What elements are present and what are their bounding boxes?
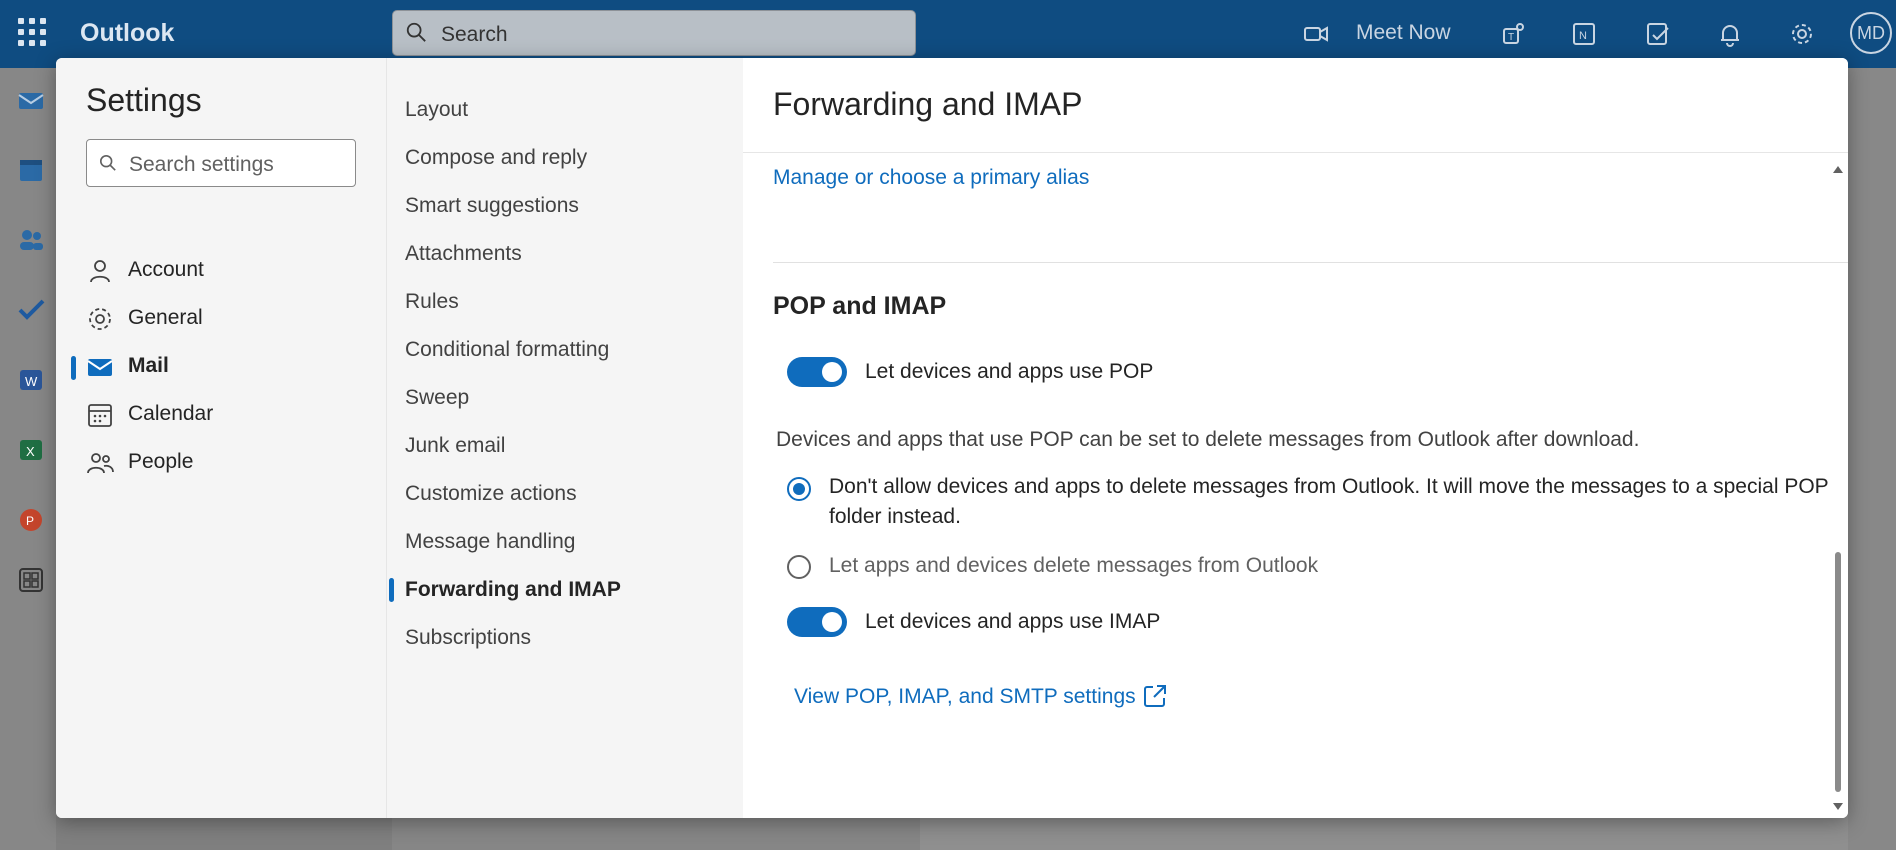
header-divider bbox=[743, 152, 1848, 153]
settings-search-input[interactable]: Search settings bbox=[86, 139, 356, 187]
category-label: People bbox=[128, 450, 194, 473]
scroll-up-icon[interactable] bbox=[1833, 166, 1843, 173]
category-general[interactable]: General bbox=[86, 299, 376, 339]
settings-categories-pane: Settings Search settings Account General… bbox=[56, 58, 386, 818]
word-app-icon[interactable]: W bbox=[16, 365, 46, 395]
meet-now-button[interactable]: Meet Now bbox=[1356, 21, 1451, 45]
calendar-app-icon[interactable] bbox=[16, 155, 46, 185]
search-icon bbox=[406, 22, 426, 42]
gear-icon bbox=[89, 308, 111, 330]
app-rail: W X P bbox=[0, 68, 56, 850]
imap-toggle[interactable] bbox=[787, 607, 847, 637]
svg-text:W: W bbox=[25, 374, 38, 389]
close-icon[interactable] bbox=[1843, 88, 1848, 124]
forwarding-imap-panel: Forwarding and IMAP Manage or choose a p… bbox=[743, 58, 1848, 818]
radio-dont-allow-delete[interactable] bbox=[787, 477, 811, 501]
search-icon bbox=[99, 154, 116, 171]
background-reading-pane bbox=[1848, 68, 1896, 850]
notifications-bell-icon[interactable] bbox=[1716, 20, 1744, 48]
category-mail[interactable]: Mail bbox=[86, 347, 376, 387]
scrollbar-thumb[interactable] bbox=[1835, 552, 1841, 792]
pop-description: Devices and apps that use POP can be set… bbox=[776, 428, 1640, 451]
user-avatar[interactable]: MD bbox=[1850, 12, 1892, 54]
mail-app-icon[interactable] bbox=[16, 85, 46, 115]
category-label: General bbox=[128, 306, 203, 329]
settings-search-placeholder: Search settings bbox=[129, 153, 274, 176]
smtp-settings-link[interactable]: View POP, IMAP, and SMTP settings bbox=[794, 685, 1166, 709]
nav-message-handling[interactable]: Message handling bbox=[405, 530, 575, 554]
teams-icon[interactable]: T bbox=[1500, 20, 1528, 48]
panel-scrollbar[interactable] bbox=[1831, 162, 1843, 812]
nav-sweep[interactable]: Sweep bbox=[405, 386, 469, 410]
calendar-icon bbox=[88, 404, 112, 427]
svg-text:X: X bbox=[26, 444, 35, 459]
pop-toggle[interactable] bbox=[787, 357, 847, 387]
radio-dont-allow-delete-label: Don't allow devices and apps to delete m… bbox=[829, 475, 1829, 528]
radio-allow-delete[interactable] bbox=[787, 555, 811, 579]
mail-settings-nav: Layout Compose and reply Smart suggestio… bbox=[386, 58, 744, 818]
onenote-icon[interactable]: N bbox=[1570, 20, 1598, 48]
person-icon bbox=[90, 260, 110, 283]
panel-title: Forwarding and IMAP bbox=[773, 86, 1083, 122]
manage-alias-link[interactable]: Manage or choose a primary alias bbox=[773, 166, 1089, 190]
people-icon bbox=[87, 453, 114, 474]
global-search-placeholder: Search bbox=[441, 23, 508, 46]
more-apps-icon[interactable] bbox=[16, 565, 46, 595]
powerpoint-app-icon[interactable]: P bbox=[16, 505, 46, 535]
settings-title: Settings bbox=[86, 82, 202, 118]
svg-text:T: T bbox=[1508, 32, 1514, 43]
scroll-down-icon[interactable] bbox=[1833, 803, 1843, 810]
excel-app-icon[interactable]: X bbox=[16, 435, 46, 465]
nav-subscriptions[interactable]: Subscriptions bbox=[405, 626, 531, 650]
radio-allow-delete-label: Let apps and devices delete messages fro… bbox=[829, 554, 1319, 577]
nav-attachments[interactable]: Attachments bbox=[405, 242, 522, 266]
active-nav-indicator bbox=[389, 578, 394, 602]
nav-forwarding-and-imap[interactable]: Forwarding and IMAP bbox=[405, 578, 621, 602]
imap-toggle-label: Let devices and apps use IMAP bbox=[865, 610, 1161, 633]
nav-rules[interactable]: Rules bbox=[405, 290, 459, 314]
nav-customize-actions[interactable]: Customize actions bbox=[405, 482, 577, 506]
category-account[interactable]: Account bbox=[86, 251, 376, 291]
category-label: Calendar bbox=[128, 402, 214, 425]
app-launcher-icon[interactable] bbox=[18, 18, 46, 46]
nav-junk-email[interactable]: Junk email bbox=[405, 434, 505, 458]
mail-icon bbox=[87, 359, 113, 376]
category-people[interactable]: People bbox=[86, 443, 376, 483]
external-link-icon bbox=[1144, 685, 1166, 707]
settings-dialog: Settings Search settings Account General… bbox=[56, 58, 1848, 818]
pop-toggle-label: Let devices and apps use POP bbox=[865, 360, 1154, 383]
nav-compose-and-reply[interactable]: Compose and reply bbox=[405, 146, 587, 170]
section-divider bbox=[773, 262, 1848, 263]
todo-app-icon[interactable] bbox=[16, 295, 46, 325]
pop-imap-section-title: POP and IMAP bbox=[773, 292, 947, 320]
category-label: Account bbox=[128, 258, 204, 281]
app-brand[interactable]: Outlook bbox=[80, 19, 174, 48]
category-calendar[interactable]: Calendar bbox=[86, 395, 376, 435]
people-app-icon[interactable] bbox=[16, 225, 46, 255]
global-search-box[interactable]: Search bbox=[392, 10, 916, 56]
svg-text:P: P bbox=[26, 514, 34, 528]
meet-now-icon[interactable] bbox=[1302, 20, 1330, 48]
nav-layout[interactable]: Layout bbox=[405, 98, 468, 122]
settings-gear-icon[interactable] bbox=[1788, 20, 1816, 48]
svg-text:N: N bbox=[1579, 30, 1587, 42]
category-label: Mail bbox=[128, 354, 169, 377]
smtp-settings-link-text: View POP, IMAP, and SMTP settings bbox=[794, 685, 1136, 708]
todo-icon[interactable] bbox=[1644, 20, 1672, 48]
nav-conditional-formatting[interactable]: Conditional formatting bbox=[405, 338, 609, 362]
active-category-indicator bbox=[71, 356, 76, 380]
nav-smart-suggestions[interactable]: Smart suggestions bbox=[405, 194, 579, 218]
